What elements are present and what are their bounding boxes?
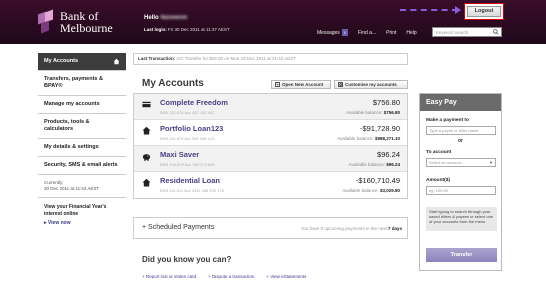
- search-icon[interactable]: [493, 29, 499, 35]
- user-name: Naveenm: [160, 15, 188, 21]
- lost-card-link[interactable]: + Report lost or stolen card: [142, 274, 196, 279]
- easy-pay-panel: Easy Pay Make a payment to Type a payee …: [419, 93, 502, 271]
- sidebar-item-label: My Accounts: [44, 58, 79, 64]
- account-balance: $756.80: [372, 98, 400, 107]
- sidebar: My Accounts Transfers, payments & BPAY® …: [38, 53, 126, 227]
- logo-mark-icon: [38, 9, 56, 34]
- search-input[interactable]: Keyword search: [432, 27, 502, 37]
- account-row[interactable]: Residential Loan BSB 112-911 Acc 3311 28…: [134, 172, 407, 198]
- annotation-arrow: [400, 9, 458, 11]
- piggy-bank-icon: [142, 154, 151, 161]
- last-transaction: Last Transaction: A/C Transfer for $26.0…: [133, 53, 408, 65]
- amount-input[interactable]: eg: 100.00: [426, 186, 496, 195]
- customise-label: Customise my accounts: [345, 82, 397, 87]
- account-row[interactable]: Maxi Saver BSB 100-879 Acc 053 273 646 $…: [134, 146, 407, 172]
- account-balance: -$160,710.49: [355, 176, 400, 185]
- house-icon: [142, 178, 151, 187]
- or-label: or: [458, 138, 463, 144]
- account-name[interactable]: Maxi Saver: [160, 150, 199, 159]
- sidebar-item-security[interactable]: Security, SMS & email alerts: [38, 157, 126, 175]
- account-name[interactable]: Portfolio Loan123: [160, 124, 223, 133]
- annotation-arrow-head: [455, 6, 461, 14]
- open-account-label: Open New Account: [282, 82, 324, 87]
- scheduled-payments[interactable]: + Scheduled Payments You have 0 upcoming…: [133, 217, 408, 239]
- fy-interest-link[interactable]: View your Financial Year's interest onli…: [38, 198, 126, 218]
- payee-input[interactable]: Type a payee or biller name: [426, 126, 496, 135]
- account-select[interactable]: Select an account... ▼: [426, 158, 496, 167]
- account-name[interactable]: Residential Loan: [160, 176, 220, 185]
- account-name[interactable]: Complete Freedom: [160, 98, 228, 107]
- sidebar-item-details[interactable]: My details & settings: [38, 139, 126, 157]
- plus-icon: +: [275, 82, 280, 87]
- nav-find[interactable]: Find a...: [358, 30, 376, 36]
- account-select-value: Select an account...: [429, 160, 465, 165]
- last-login-value: Fri 30 Dec 2011 at 11:37 AEST: [168, 27, 230, 32]
- scheduled-payments-note: You have 0 upcoming payments in the next…: [300, 226, 402, 231]
- account-number: BSB 100-879 Acc 053 273 646: [160, 162, 215, 167]
- available-balance: Available balance: $3,029.80: [342, 188, 400, 193]
- available-balance: Available balance: $988,271.10: [337, 136, 400, 141]
- home-icon: [113, 58, 120, 65]
- scheduled-payments-label[interactable]: + Scheduled Payments: [142, 224, 214, 231]
- account-balance: $96.24: [377, 150, 400, 159]
- brand-name: Bank of Melbourne: [60, 9, 113, 35]
- last-login: Last login: Fri 30 Dec 2011 at 11:37 AES…: [144, 27, 230, 32]
- card-icon: [142, 101, 151, 108]
- did-you-know-links: + Report lost or stolen card + Dispute a…: [142, 274, 306, 279]
- top-nav: Messages 1 Find a... Print Help: [317, 29, 417, 36]
- account-row[interactable]: Complete Freedom BSB 112-879 Acc 457 192…: [134, 94, 407, 120]
- available-balance: Available balance: $756.80: [346, 110, 400, 115]
- customise-button[interactable]: ⚙ Customise my accounts: [334, 80, 408, 89]
- view-now-link[interactable]: ▸ View now: [38, 218, 126, 227]
- nav-help[interactable]: Help: [406, 30, 416, 36]
- messages-badge: 1: [341, 29, 349, 36]
- house-icon: [142, 126, 151, 135]
- logout-button[interactable]: Logout: [467, 6, 501, 17]
- sidebar-item-products[interactable]: Products, tools & calculators: [38, 114, 126, 139]
- last-transaction-label: Last Transaction:: [138, 56, 176, 61]
- chevron-down-icon: ▼: [489, 160, 493, 165]
- open-account-button[interactable]: + Open New Account: [271, 80, 331, 89]
- greeting: Hello Naveenm: [144, 15, 187, 21]
- estatements-link[interactable]: + View eStatements: [266, 274, 306, 279]
- search-placeholder: Keyword search: [436, 30, 469, 35]
- page-title: My Accounts: [142, 78, 204, 89]
- logout-highlight: Logout: [464, 3, 504, 20]
- account-balance: -$91,728.90: [359, 124, 400, 133]
- easy-pay-title: Easy Pay: [420, 94, 501, 111]
- dispute-link[interactable]: + Dispute a transaction: [208, 274, 254, 279]
- account-number: BSB 112-911 Acc 3311 288 530 176: [160, 188, 224, 193]
- account-row[interactable]: Portfolio Loan123 BSB 112-879 Acc 551 53…: [134, 120, 407, 146]
- nav-print[interactable]: Print: [386, 30, 396, 36]
- current-time: Currently: 30 Dec 2011 at 11:53 AEST: [38, 175, 126, 198]
- easy-pay-tip: Start typing to search through your save…: [426, 207, 497, 231]
- currently-value: 30 Dec 2011 at 11:53 AEST: [44, 186, 100, 191]
- last-transaction-value: A/C Transfer for $26.00 on Mon 19 Dec 20…: [176, 56, 297, 61]
- sidebar-item-transfers[interactable]: Transfers, payments & BPAY®: [38, 71, 126, 96]
- accounts-list: Complete Freedom BSB 112-879 Acc 457 192…: [133, 93, 408, 199]
- did-you-know-heading: Did you know you can?: [142, 255, 232, 264]
- amount-label: Amount($): [426, 178, 450, 183]
- account-number: BSB 112-879 Acc 551 538 413: [160, 136, 215, 141]
- available-balance: Available balance: $96.24: [348, 162, 400, 167]
- to-account-label: To account: [426, 150, 452, 155]
- transfer-button[interactable]: Transfer: [426, 248, 497, 262]
- sidebar-item-my-accounts[interactable]: My Accounts: [38, 53, 126, 71]
- greeting-text: Hello: [144, 15, 159, 21]
- payment-to-label: Make a payment to: [426, 118, 469, 123]
- gear-icon: ⚙: [338, 82, 343, 87]
- nav-messages[interactable]: Messages 1: [317, 29, 349, 36]
- sidebar-item-manage[interactable]: Manage my accounts: [38, 96, 126, 114]
- account-number: BSB 112-879 Acc 457 192 407: [160, 110, 215, 115]
- bank-logo[interactable]: Bank of Melbourne: [38, 9, 113, 35]
- last-login-label: Last login:: [144, 27, 167, 32]
